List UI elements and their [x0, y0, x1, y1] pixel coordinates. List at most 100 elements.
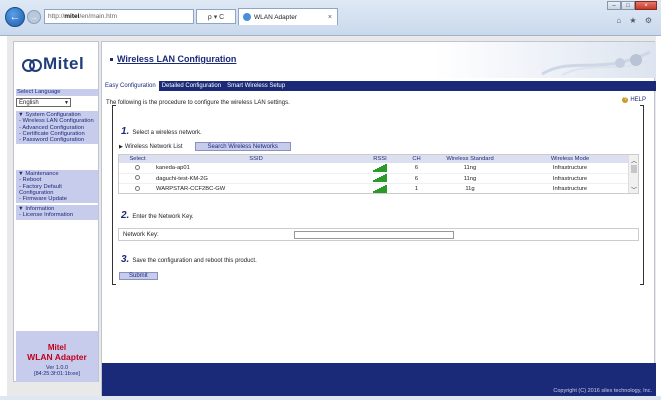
- help-link[interactable]: ? HELP: [622, 97, 646, 103]
- table-scrollbar[interactable]: ︿ ﹀: [628, 155, 638, 193]
- col-ch: CH: [412, 156, 421, 162]
- help-label: HELP: [630, 97, 646, 103]
- step-3: 3. Save the configuration and reboot thi…: [121, 254, 257, 265]
- table-row[interactable]: daguchi-test-KM-2G 6 11ng Infrastructure: [119, 174, 638, 184]
- network-radio[interactable]: [135, 175, 140, 181]
- main-header: Wireless LAN Configuration: [102, 42, 656, 78]
- mode-cell: Infrastructure: [552, 186, 588, 192]
- signal-strength-icon: [372, 184, 388, 193]
- step-1-number: 1.: [121, 126, 130, 137]
- footer-product: WLAN Adapter: [27, 352, 87, 362]
- footer-brand: Mitel: [47, 343, 67, 352]
- network-radio[interactable]: [135, 185, 140, 191]
- sidebar-item-factory-default[interactable]: - Factory Default Configuration: [18, 184, 96, 197]
- config-tabs: Easy Configuration Detailed Configuratio…: [102, 81, 656, 91]
- language-select[interactable]: English: [16, 98, 71, 107]
- copyright-text: Copyright (C) 2016 silex technology, Inc…: [553, 388, 652, 394]
- browser-tab[interactable]: WLAN Adapter ×: [238, 8, 338, 25]
- scroll-thumb[interactable]: [631, 165, 637, 173]
- url-prefix: http://: [48, 13, 65, 20]
- sidebar-item-wireless-lan[interactable]: - Wireless LAN Configuration: [18, 118, 96, 124]
- browser-toolbar: ← → http://mitel/en/main.htm ρ ▾ C WLAN …: [0, 0, 661, 36]
- header-wave-graphic: [541, 50, 651, 76]
- system-menu: ▼ System Configuration - Wireless LAN Co…: [16, 111, 98, 145]
- standard-cell: 11ng: [463, 165, 477, 171]
- information-menu: ▼ Information - License Information: [16, 205, 98, 220]
- back-button[interactable]: ←: [5, 7, 25, 27]
- tab-smart-wireless-setup[interactable]: Smart Wireless Setup: [224, 81, 288, 91]
- maintenance-menu: ▼ Maintenance - Reboot - Factory Default…: [16, 170, 98, 204]
- help-icon: ?: [622, 97, 629, 103]
- mitel-logo: Mitel: [22, 54, 84, 74]
- page-title: Wireless LAN Configuration: [109, 54, 236, 64]
- step-1: 1. Select a wireless network.: [121, 126, 202, 137]
- intro-text: The following is the procedure to config…: [106, 100, 290, 106]
- ch-cell: 6: [414, 175, 419, 182]
- url-path: /en/main.htm: [79, 13, 118, 20]
- ch-cell: 6: [414, 165, 419, 171]
- window-close-button[interactable]: ×: [635, 1, 657, 10]
- col-select: Select: [129, 156, 146, 162]
- ch-cell: 1: [414, 186, 419, 192]
- section-bracket-left: [112, 105, 116, 285]
- table-header: Select SSID RSSI CH Wireless Standard Wi…: [119, 155, 638, 163]
- title-bullet-icon: [109, 56, 114, 62]
- section-bracket-right: [640, 105, 644, 285]
- sidebar-item-firmware-update[interactable]: - Firmware Update: [18, 196, 96, 202]
- scroll-up-icon[interactable]: ︿: [631, 156, 637, 165]
- home-favorites-settings-icons[interactable]: ⌂ ★ ⚙: [616, 16, 655, 25]
- language-label: Select Language: [16, 89, 98, 96]
- submit-button[interactable]: Submit: [119, 272, 158, 280]
- url-host: mitel: [64, 13, 80, 20]
- tab-close-icon[interactable]: ×: [328, 14, 332, 21]
- maximize-button[interactable]: □: [621, 1, 635, 10]
- network-radio[interactable]: [135, 164, 140, 170]
- scroll-down-icon[interactable]: ﹀: [631, 185, 637, 193]
- table-row[interactable]: WARPSTAR-CCF2BC-GW 1 11g Infrastructure: [119, 184, 638, 193]
- address-bar[interactable]: http://mitel/en/main.htm: [44, 9, 194, 24]
- logo-text: Mitel: [43, 54, 85, 73]
- step-3-number: 3.: [121, 254, 130, 265]
- page-viewport: Mitel Select Language English ▼ System C…: [7, 36, 656, 396]
- tab-title: WLAN Adapter: [254, 13, 297, 21]
- signal-strength-icon: [372, 174, 388, 183]
- address-tools[interactable]: ρ ▾ C: [196, 9, 236, 24]
- step-2-number: 2.: [121, 210, 130, 221]
- network-key-label: Network Key:: [123, 231, 159, 238]
- standard-cell: 11ng: [463, 175, 477, 182]
- mode-cell: Infrastructure: [552, 175, 588, 182]
- table-row[interactable]: kaneda-ap01 6 11ng Infrastructure: [119, 163, 638, 174]
- back-arrow-icon: ←: [9, 11, 21, 23]
- col-standard: Wireless Standard: [446, 156, 494, 162]
- mode-cell: Infrastructure: [552, 165, 588, 171]
- window-controls: – □ ×: [607, 1, 657, 10]
- search-refresh-icons: ρ ▾ C: [207, 13, 225, 21]
- tab-easy-configuration[interactable]: Easy Configuration: [102, 81, 159, 91]
- ssid-cell: kaneda-ap01: [156, 165, 190, 171]
- step-2: 2. Enter the Network Key.: [121, 210, 194, 221]
- wireless-list-label: Wireless Network List: [124, 143, 183, 150]
- footer-mac: [84:25:3f:01:1b:ee]: [34, 371, 80, 377]
- tab-detailed-configuration[interactable]: Detailed Configuration: [159, 81, 224, 91]
- page-title-text: Wireless LAN Configuration: [117, 54, 237, 64]
- minimize-button[interactable]: –: [607, 1, 621, 10]
- mitel-logo-icon: [22, 59, 42, 72]
- sidebar-footer: Mitel WLAN Adapter Ver 1.0.0 [84:25:3f:0…: [16, 331, 98, 382]
- sidebar-item-password[interactable]: - Password Configuration: [18, 137, 96, 143]
- search-wireless-networks-button[interactable]: Search Wireless Networks: [194, 142, 291, 151]
- triangle-right-icon: ▶: [119, 143, 123, 150]
- network-table: Select SSID RSSI CH Wireless Standard Wi…: [118, 154, 639, 194]
- signal-strength-icon: [372, 163, 388, 172]
- main-panel: Wireless LAN Configuration Easy Configur…: [101, 41, 656, 396]
- sidebar-item-license[interactable]: - License Information: [18, 212, 96, 218]
- wireless-list-row: ▶ Wireless Network List Search Wireless …: [119, 142, 291, 151]
- standard-cell: 11g: [465, 186, 475, 192]
- col-mode: Wireless Mode: [550, 156, 590, 162]
- sidebar: Mitel Select Language English ▼ System C…: [13, 41, 99, 382]
- ssid-cell: daguchi-test-KM-2G: [156, 175, 208, 182]
- network-key-input[interactable]: [294, 230, 454, 239]
- step-1-text: Select a wireless network.: [132, 130, 202, 136]
- forward-arrow-icon: →: [30, 12, 38, 22]
- network-key-row: Network Key:: [118, 228, 639, 241]
- forward-button[interactable]: →: [27, 10, 41, 24]
